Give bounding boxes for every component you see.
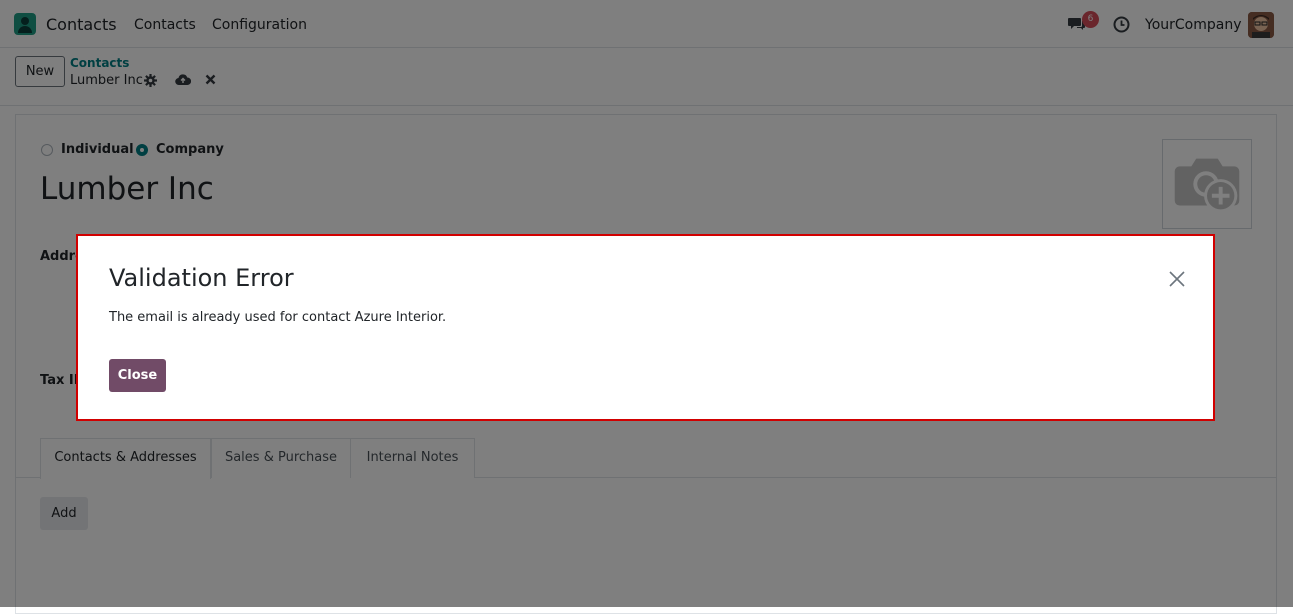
dialog-title: Validation Error [109,264,294,292]
close-icon[interactable] [1168,270,1186,288]
close-button[interactable]: Close [109,359,166,392]
dialog-message: The email is already used for contact Az… [109,310,447,325]
validation-error-dialog: Validation Error The email is already us… [76,234,1215,421]
